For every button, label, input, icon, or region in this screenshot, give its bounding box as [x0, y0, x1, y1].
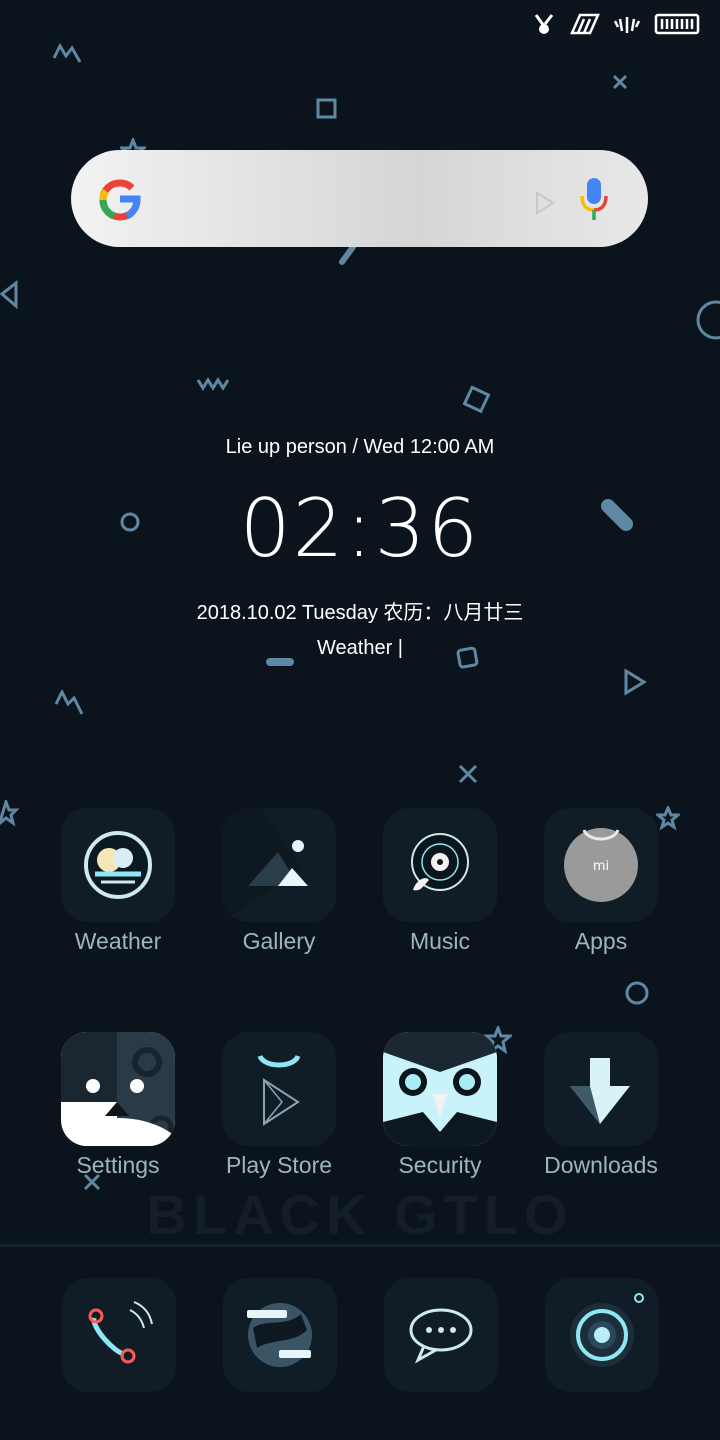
signal-icon [570, 13, 600, 35]
app-label: Weather [74, 928, 162, 954]
settings-icon [61, 1032, 175, 1146]
decorative-squiggle [54, 690, 84, 715]
wifi-icon [614, 17, 640, 33]
dock-camera[interactable] [545, 1278, 659, 1392]
app-downloads[interactable]: Downloads [531, 1032, 671, 1179]
widget-date-line[interactable]: 2018.10.02 Tuesday 农历：八月廿三 [0, 596, 720, 625]
phone-icon [88, 1301, 153, 1364]
decorative-triangle [624, 668, 647, 696]
widget-weather-line[interactable]: Weather | [0, 637, 720, 660]
app-security[interactable]: Security [370, 1032, 510, 1179]
app-label: Gallery [242, 928, 316, 954]
camera-icon [570, 1293, 644, 1367]
play-icon[interactable] [533, 190, 557, 216]
music-icon [383, 808, 497, 922]
security-icon [383, 1032, 497, 1146]
weather-icon [61, 808, 175, 922]
decorative-wave [196, 377, 230, 391]
app-play-store[interactable]: Play Store [209, 1032, 349, 1179]
decorative-diamond [462, 385, 491, 414]
dock-divider [0, 1244, 720, 1247]
widget-alarm-line[interactable]: Lie up person / Wed 12:00 AM [0, 436, 720, 459]
app-settings[interactable]: Settings [48, 1032, 188, 1179]
status-bar [532, 12, 702, 36]
messages-icon [409, 1308, 473, 1364]
clock-time[interactable]: 02:36 [0, 482, 720, 575]
dock-messages[interactable] [384, 1278, 498, 1392]
gallery-icon [222, 808, 336, 922]
decorative-star [0, 800, 20, 826]
app-label: Music [409, 928, 471, 954]
battery-icon [654, 13, 700, 35]
decorative-cross [612, 74, 628, 90]
app-label: Apps [574, 928, 628, 954]
app-weather[interactable]: Weather [48, 808, 188, 955]
decorative-circle [696, 300, 720, 340]
decorative-squiggle [52, 42, 82, 63]
decorative-cross [458, 764, 478, 784]
svg-text:mi: mi [593, 859, 609, 874]
play-store-icon [222, 1032, 336, 1146]
app-gallery[interactable]: Gallery [209, 808, 349, 955]
browser-icon [247, 1303, 312, 1367]
app-label: Downloads [544, 1152, 658, 1178]
apps-icon: mi [544, 808, 658, 922]
app-label: Play Store [225, 1152, 333, 1178]
app-music[interactable]: Music [370, 808, 510, 955]
bunny-icon [534, 14, 554, 34]
dock-browser[interactable] [223, 1278, 337, 1392]
dock-phone[interactable] [62, 1278, 176, 1392]
decorative-square [316, 98, 337, 119]
downloads-icon [544, 1032, 658, 1146]
decorative-triangle [0, 280, 18, 310]
app-label: Security [398, 1152, 482, 1178]
app-label: Settings [76, 1152, 160, 1178]
decorative-circle [625, 981, 649, 1005]
microphone-icon[interactable] [579, 176, 609, 222]
google-search-bar[interactable] [71, 150, 648, 247]
app-apps[interactable]: mi Apps [531, 808, 671, 955]
google-logo-icon [99, 179, 141, 221]
theme-watermark: BLACK GTLO [146, 1183, 574, 1246]
